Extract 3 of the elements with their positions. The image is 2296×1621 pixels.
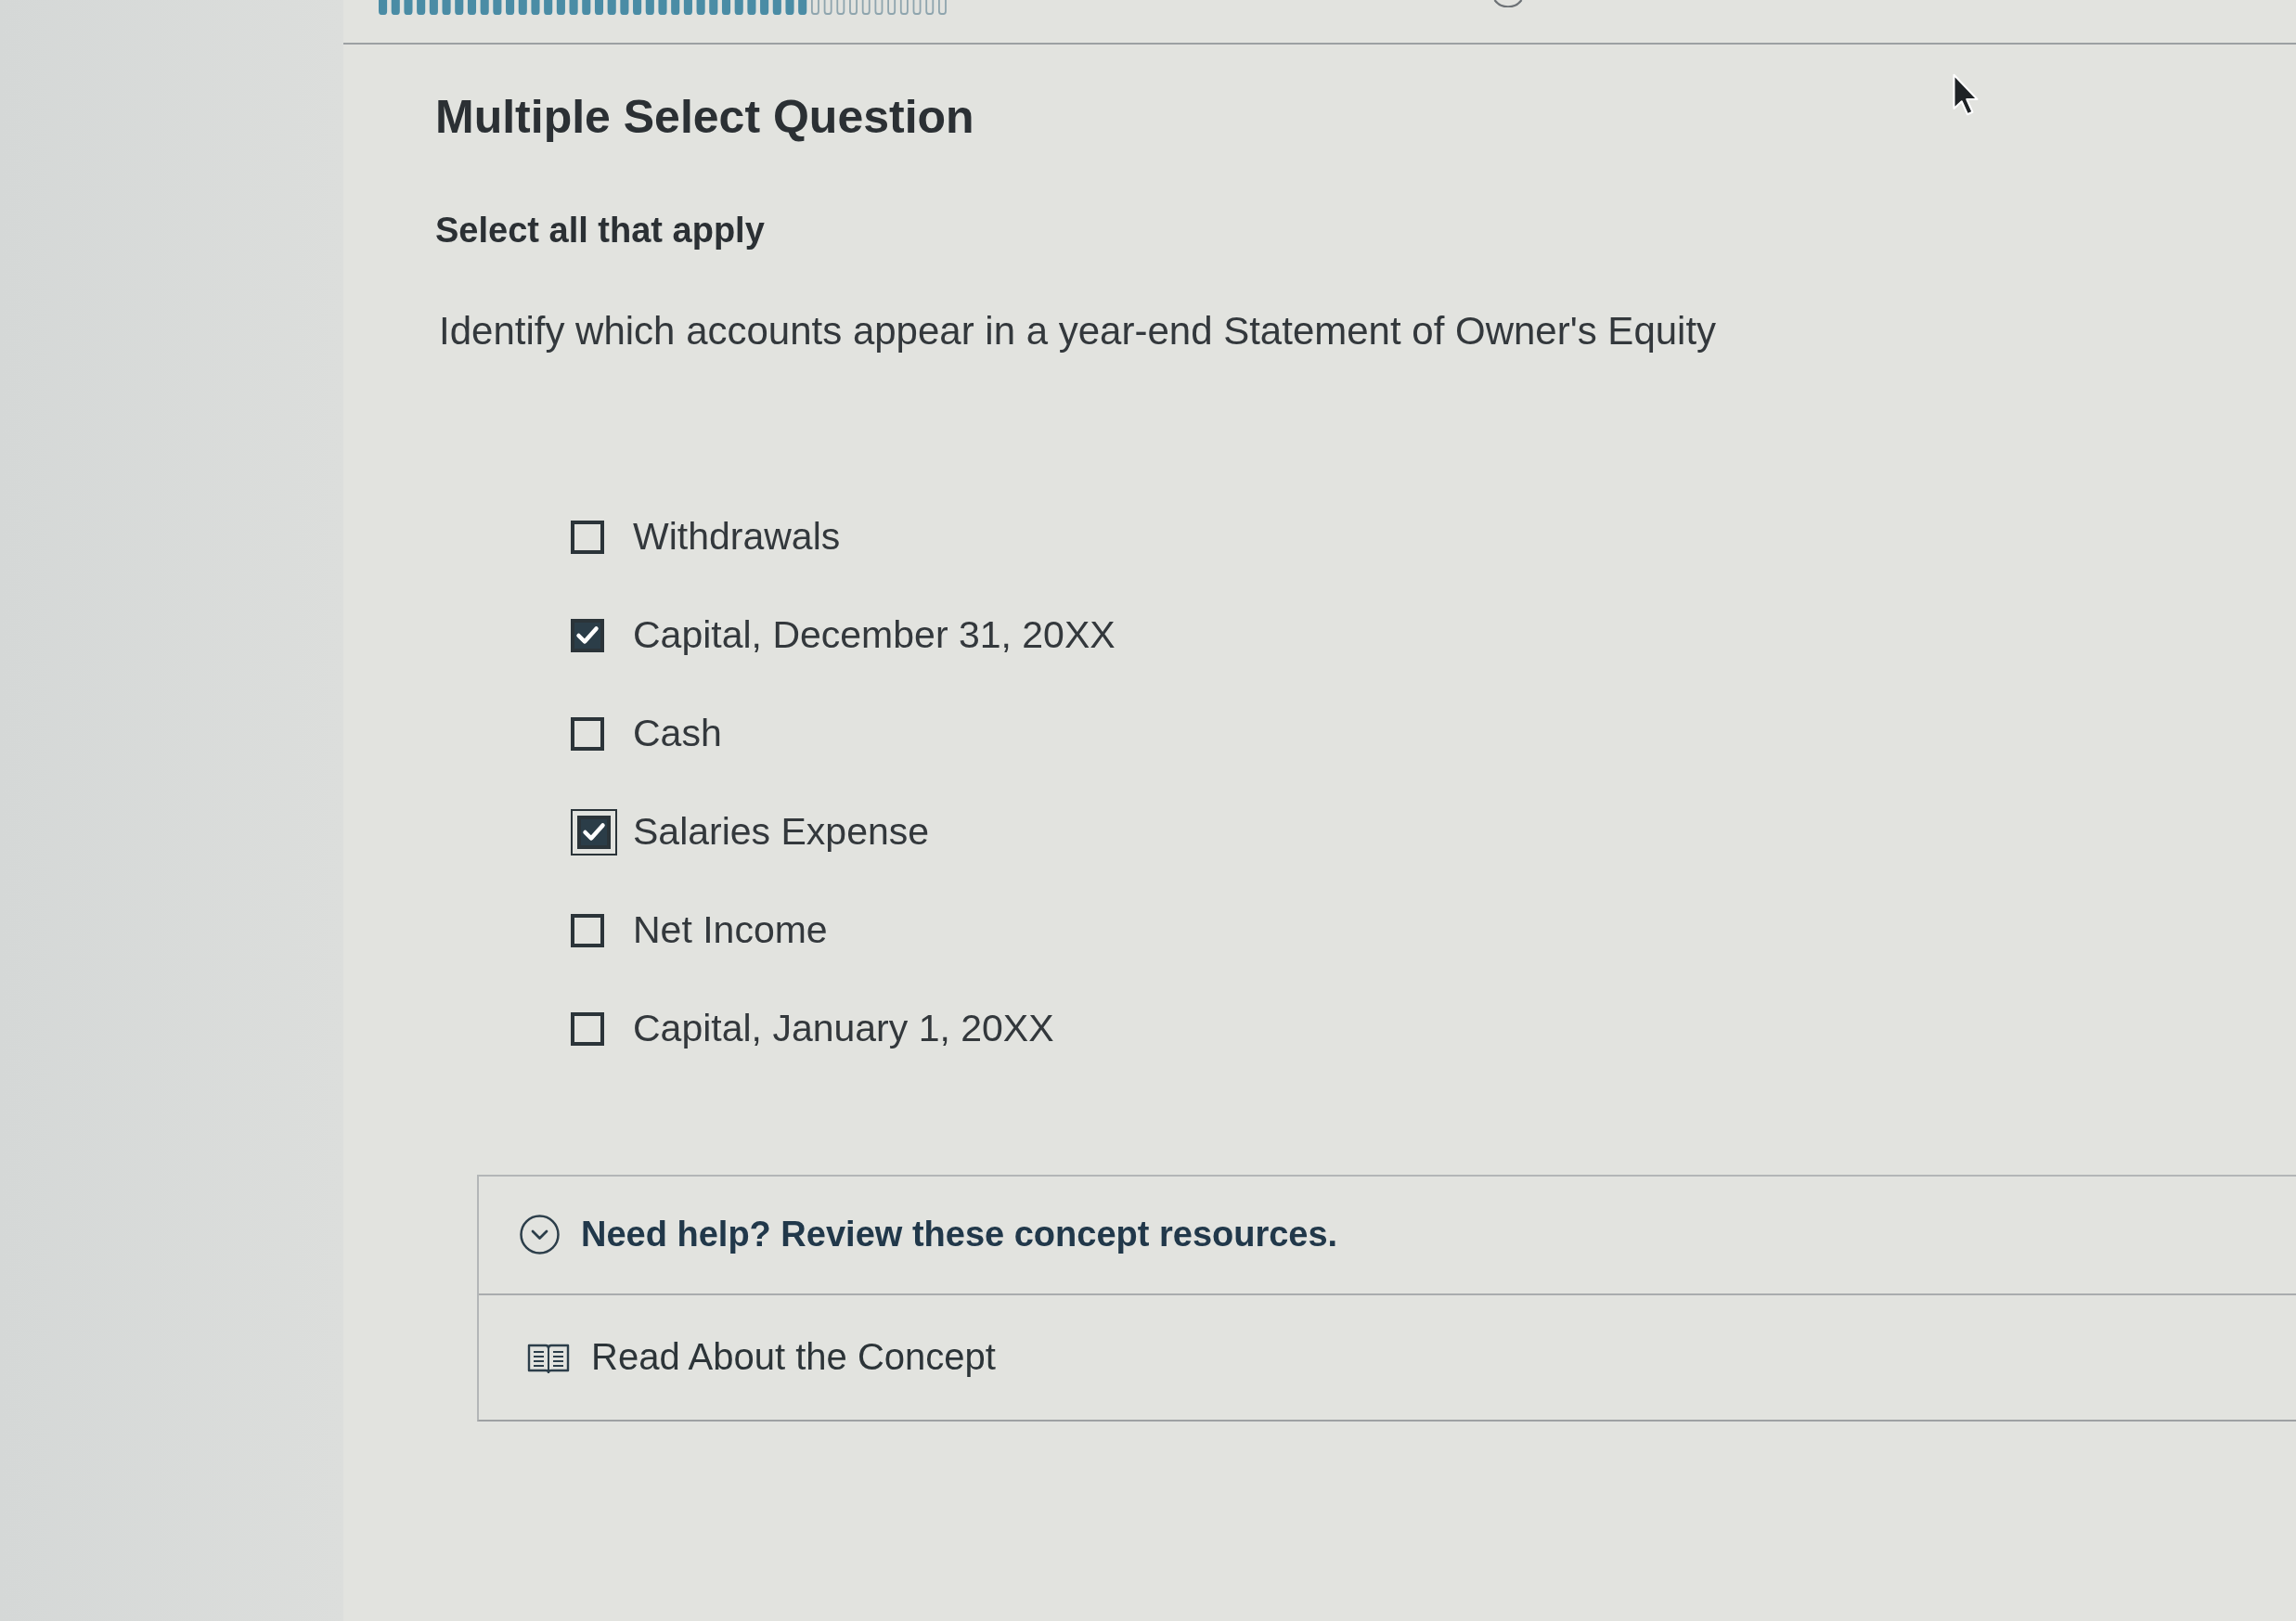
instruction-text: Select all that apply xyxy=(435,210,765,251)
question-text: Identify which accounts appear in a year-end Statement of Owner's Equity xyxy=(439,307,1717,354)
question-heading: Multiple Select Question xyxy=(435,90,974,145)
